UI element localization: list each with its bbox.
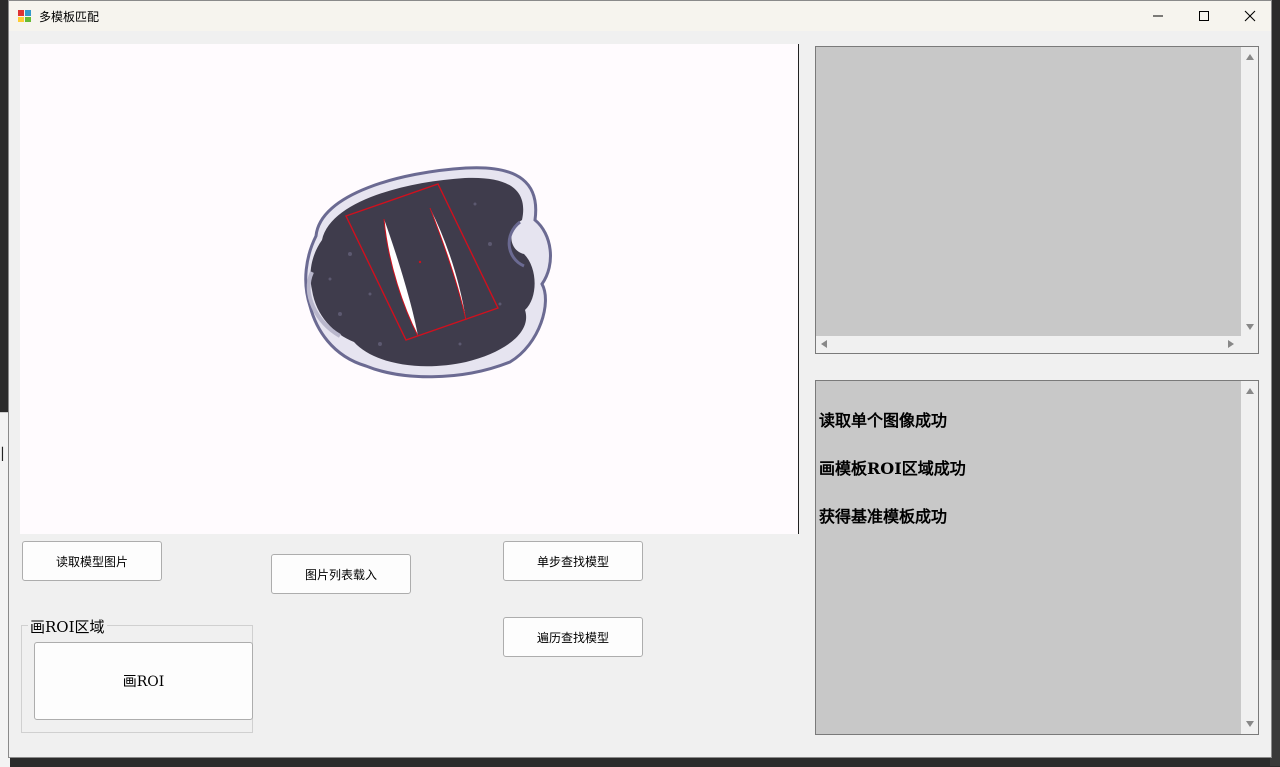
minimize-button[interactable] bbox=[1135, 1, 1181, 31]
log-panel[interactable]: 读取单个图像成功 画模板ROI区域成功 获得基准模板成功 bbox=[815, 380, 1259, 735]
scroll-down-icon[interactable] bbox=[1246, 324, 1254, 330]
horizontal-scrollbar[interactable] bbox=[816, 336, 1241, 353]
window-title: 多模板匹配 bbox=[39, 10, 100, 24]
log-line: 画模板ROI区域成功 bbox=[819, 459, 966, 478]
minimize-icon bbox=[1153, 15, 1163, 17]
close-button[interactable] bbox=[1227, 1, 1273, 31]
scroll-up-icon[interactable] bbox=[1246, 388, 1254, 394]
image-display[interactable] bbox=[20, 44, 799, 534]
step-find-model-button[interactable]: 单步查找模型 bbox=[503, 541, 643, 581]
main-window: 多模板匹配 读取模型图片 图片列表载入 单步查找模型 遍历查找模型 画ROI区域… bbox=[8, 0, 1272, 758]
traverse-find-model-button[interactable]: 遍历查找模型 bbox=[503, 617, 643, 657]
close-icon bbox=[1244, 10, 1256, 22]
part-image bbox=[304, 166, 552, 379]
result-image-panel[interactable] bbox=[815, 46, 1259, 354]
scroll-up-icon[interactable] bbox=[1246, 54, 1254, 60]
title-bar[interactable]: 多模板匹配 bbox=[9, 1, 1271, 31]
read-model-image-button[interactable]: 读取模型图片 bbox=[22, 541, 162, 581]
draw-roi-button[interactable]: 画ROI bbox=[34, 642, 253, 720]
scroll-right-icon[interactable] bbox=[1228, 340, 1234, 348]
log-text: 读取单个图像成功 画模板ROI区域成功 获得基准模板成功 bbox=[819, 381, 966, 557]
log-line: 获得基准模板成功 bbox=[819, 507, 948, 526]
roi-groupbox: 画ROI区域 画ROI bbox=[21, 616, 253, 733]
scrollbar-corner bbox=[1241, 336, 1258, 353]
vertical-scrollbar[interactable] bbox=[1241, 47, 1258, 336]
log-vertical-scrollbar[interactable] bbox=[1241, 381, 1258, 734]
scroll-down-icon[interactable] bbox=[1246, 721, 1254, 727]
maximize-icon bbox=[1199, 11, 1209, 21]
app-icon bbox=[18, 10, 31, 22]
log-line: 读取单个图像成功 bbox=[819, 411, 948, 430]
scroll-left-icon[interactable] bbox=[821, 340, 827, 348]
maximize-button[interactable] bbox=[1181, 1, 1227, 31]
load-image-list-button[interactable]: 图片列表载入 bbox=[271, 554, 411, 594]
roi-group-title: 画ROI区域 bbox=[28, 616, 107, 637]
